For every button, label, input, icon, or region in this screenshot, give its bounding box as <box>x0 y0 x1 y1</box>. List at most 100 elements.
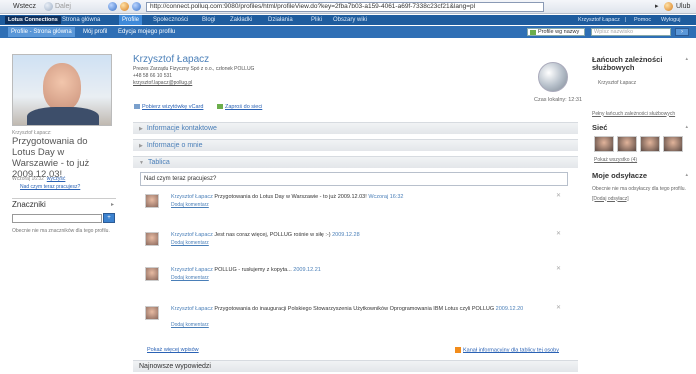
reporting-chain-person[interactable]: Krzysztof Łapacz <box>592 80 690 87</box>
network-title: Sieć <box>592 123 608 132</box>
search-button[interactable]: › <box>675 28 689 36</box>
network-avatar[interactable] <box>594 136 614 152</box>
rss-label[interactable]: Kanał informacyjny dla tablicy tej osoby <box>463 347 559 353</box>
tab-edit-profile[interactable]: Edycja mojego profilu <box>115 27 178 37</box>
nav-blogs[interactable]: Blogi <box>202 15 215 25</box>
vcard-icon <box>134 104 140 110</box>
feed-author[interactable]: Krzysztof Łapacz <box>171 267 213 273</box>
forward-icon[interactable] <box>44 2 53 11</box>
nav-communities[interactable]: Społeczności <box>153 15 188 25</box>
delete-icon[interactable]: ✕ <box>556 230 561 237</box>
links-empty-note: Obecnie nie ma odsyłaczy dla tego profil… <box>592 186 686 192</box>
delete-icon[interactable]: ✕ <box>556 304 561 311</box>
local-time: Czas lokalny: 12:31 <box>534 97 582 103</box>
profile-email[interactable]: krzysztof.lapacz@pollug.pl <box>133 80 192 86</box>
author-avatar[interactable] <box>145 267 159 281</box>
network-avatar[interactable] <box>640 136 660 152</box>
address-bar[interactable]: http://connect.polluq.com:9080/profiles/… <box>146 2 544 12</box>
invite-link[interactable]: Zaproś do sieci <box>217 104 262 110</box>
nav-activities[interactable]: Działania <box>268 15 293 25</box>
favorites-icon[interactable] <box>664 2 673 11</box>
nav-bookmarks[interactable]: Zakładki <box>230 15 252 25</box>
help-link[interactable]: Pomoc <box>634 15 651 25</box>
refresh-icon[interactable] <box>108 2 117 11</box>
feed-date: 2009.12.21 <box>293 267 321 273</box>
tags-header: Znaczniki ▸ <box>12 198 116 210</box>
add-comment-link[interactable]: Dodaj komentarz <box>171 322 209 328</box>
nav-wikis[interactable]: Obszary wiki <box>333 15 367 25</box>
current-user[interactable]: Krzysztof Łapacz <box>578 15 620 25</box>
feed-author[interactable]: Krzysztof Łapacz <box>171 194 213 200</box>
lotus-logo[interactable]: Lotus Connections <box>5 16 61 24</box>
delete-icon[interactable]: ✕ <box>556 192 561 199</box>
feed-item: Krzysztof Łapacz Przygotowania do Lotus … <box>145 192 565 214</box>
home-icon[interactable] <box>120 2 129 11</box>
status-update-input[interactable]: Nad czym teraz pracujesz? <box>140 172 568 186</box>
feed-text: Krzysztof Łapacz POLLUG - rusłujemy z ko… <box>171 267 551 274</box>
reporting-chain-title: Łańcuch zależności służbowych <box>592 55 663 72</box>
feed-date: 2009.12.20 <box>495 306 524 312</box>
status-meta: Wczoraj 16:32 wyczyść <box>12 176 65 182</box>
forward-button[interactable]: Dalej <box>55 2 71 12</box>
vcard-label[interactable]: Pobierz wizytówkę vCard <box>142 104 203 110</box>
logout-link[interactable]: Wyloguj <box>661 15 681 25</box>
collapse-icon[interactable]: ▴ <box>685 124 688 130</box>
author-avatar[interactable] <box>145 306 159 320</box>
feed-item: Krzysztof Łapacz POLLUG - rusłujemy z ko… <box>145 265 565 287</box>
favorites-button[interactable]: Ulub <box>676 2 690 12</box>
author-avatar[interactable] <box>145 194 159 208</box>
feed-item: Krzysztof Łapacz Jest nas coraz więcej, … <box>145 230 565 252</box>
tag-input[interactable] <box>12 214 102 223</box>
nav-files[interactable]: Pliki <box>311 15 322 25</box>
update-status-link[interactable]: Nad czym teraz pracujesz? <box>20 184 80 190</box>
feed-date: 2009.12.28 <box>332 232 360 238</box>
invite-label[interactable]: Zaproś do sieci <box>225 104 262 110</box>
back-button[interactable]: Wstecz <box>13 2 36 12</box>
collapse-icon[interactable]: ▴ <box>685 56 688 62</box>
search-scope-select[interactable]: Profile wg nazwy <box>527 28 585 36</box>
rss-feed-link[interactable]: Kanał informacyjny dla tablicy tej osoby <box>455 347 559 353</box>
search-input[interactable]: Wpisz nazwisko <box>591 28 671 36</box>
tab-my-profile[interactable]: Mój profil <box>80 27 110 37</box>
section-about-title: Informacje o mnie <box>146 142 203 149</box>
author-avatar[interactable] <box>145 232 159 246</box>
invite-icon <box>217 104 223 110</box>
page-icon <box>132 2 141 11</box>
reporting-chain-widget: Łańcuch zależności służbowych ▴ Krzyszto… <box>592 56 690 117</box>
feed-item: Krzysztof Łapacz Przygotowania do inaugu… <box>145 304 565 332</box>
profile-name: Krzysztof Łapacz <box>133 54 210 65</box>
clear-status-link[interactable]: wyczyść <box>47 176 66 182</box>
tags-empty-note: Obecnie nie ma znaczników dla tego profi… <box>12 228 110 234</box>
add-comment-link[interactable]: Dodaj komentarz <box>171 202 209 208</box>
expand-icon: ▶ <box>139 143 143 149</box>
section-board[interactable]: ▼ Tablica <box>133 156 578 168</box>
feed-message: Przygotowania do Lotus Day w Warszawie -… <box>214 194 367 200</box>
add-link-button[interactable]: [Dodaj odsyłacz] <box>592 196 690 203</box>
full-chain-link[interactable]: Pełny łańcuch zależności służbowych <box>592 111 690 118</box>
network-avatar[interactable] <box>617 136 637 152</box>
go-icon[interactable]: ▸ <box>655 2 659 12</box>
add-tag-button[interactable]: + <box>103 213 115 223</box>
feed-author[interactable]: Krzysztof Łapacz <box>171 306 213 312</box>
feed-author[interactable]: Krzysztof Łapacz <box>171 232 213 238</box>
tab-profiles-home[interactable]: Profile - Strona główna <box>8 27 75 37</box>
feed-date: Wczoraj 16:32 <box>368 194 404 200</box>
add-comment-link[interactable]: Dodaj komentarz <box>171 240 209 246</box>
nav-home[interactable]: Strona główna <box>62 15 100 25</box>
section-contact[interactable]: ▶ Informacje kontaktowe <box>133 122 578 134</box>
collapse-icon[interactable]: ▴ <box>685 172 688 178</box>
show-all-network-link[interactable]: Pokaż wszystko (4) <box>594 157 637 164</box>
show-more-link[interactable]: Pokaż więcej wpisów <box>147 347 199 353</box>
links-widget: Moje odsyłacze ▴ Obecnie nie ma odsyłacz… <box>592 172 690 202</box>
profile-title: Prezes Zarządu Fizyczny Spó z o.o., czło… <box>133 66 255 72</box>
section-contact-title: Informacje kontaktowe <box>146 125 217 132</box>
section-about[interactable]: ▶ Informacje o mnie <box>133 139 578 151</box>
nav-profiles[interactable]: Profile <box>119 15 143 25</box>
vcard-link[interactable]: Pobierz wizytówkę vCard <box>134 104 203 110</box>
network-avatar[interactable] <box>663 136 683 152</box>
delete-icon[interactable]: ✕ <box>556 265 561 272</box>
section-latest[interactable]: Najnowsze wypowiedzi <box>133 360 578 372</box>
add-comment-link[interactable]: Dodaj komentarz <box>171 275 209 281</box>
collapse-icon[interactable]: ▸ <box>111 199 114 211</box>
profiles-icon <box>530 30 536 35</box>
